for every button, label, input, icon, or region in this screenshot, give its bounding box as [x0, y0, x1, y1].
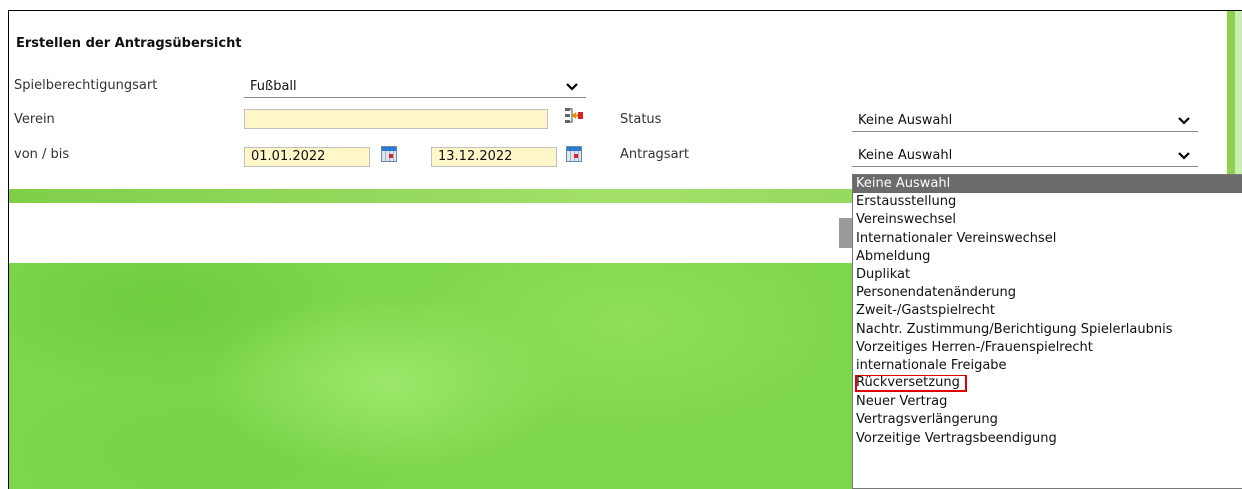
von-bis-label: von / bis — [14, 147, 70, 162]
dropdown-option[interactable]: Neuer Vertrag — [853, 393, 1242, 411]
dropdown-option[interactable]: Nachtr. Zustimmung/Berichtigung Spielerl… — [853, 321, 1242, 339]
date-from-value: 01.01.2022 — [251, 149, 326, 164]
chevron-down-icon — [1178, 152, 1190, 160]
panel-title: Erstellen der Antragsübersicht — [16, 36, 242, 51]
calendar-icon[interactable] — [566, 146, 582, 162]
dropdown-option[interactable]: Zweit-/Gastspielrecht — [853, 302, 1242, 320]
dropdown-option[interactable]: Personendatenänderung — [853, 284, 1242, 302]
antragsart-label: Antragsart — [620, 147, 689, 162]
spielberechtigungsart-select[interactable]: Fußball — [244, 78, 586, 98]
verein-input[interactable] — [244, 109, 548, 129]
status-select[interactable]: Keine Auswahl — [852, 112, 1198, 132]
dropdown-option[interactable]: Duplikat — [853, 266, 1242, 284]
right-green-border-light — [1235, 11, 1242, 191]
spielberechtigungsart-value: Fußball — [250, 79, 297, 94]
dropdown-option[interactable]: Vertragsverlängerung — [853, 411, 1242, 429]
dropdown-option-rueckversetzung[interactable]: Rückversetzung — [853, 375, 1242, 393]
date-to-input[interactable]: 13.12.2022 — [431, 147, 557, 167]
dropdown-option[interactable]: Vereinswechsel — [853, 211, 1242, 229]
status-value: Keine Auswahl — [858, 113, 953, 128]
date-from-input[interactable]: 01.01.2022 — [244, 147, 370, 167]
dropdown-option[interactable]: Abmeldung — [853, 248, 1242, 266]
right-green-border — [1227, 11, 1235, 191]
dropdown-option[interactable]: Internationaler Vereinswechsel — [853, 230, 1242, 248]
dropdown-option[interactable]: Erstausstellung — [853, 193, 1242, 211]
dropdown-option[interactable]: internationale Freigabe — [853, 357, 1242, 375]
application-frame: Erstellen der Antragsübersicht Spielbere… — [8, 10, 1242, 489]
calendar-icon[interactable] — [381, 146, 397, 162]
antragsart-select[interactable]: Keine Auswahl — [852, 147, 1198, 167]
chevron-down-icon — [1178, 117, 1190, 125]
antragsart-dropdown-list[interactable]: Keine Auswahl Erstausstellung Vereinswec… — [852, 174, 1242, 489]
antragsart-value: Keine Auswahl — [858, 148, 953, 163]
dropdown-option[interactable]: Vorzeitige Vertragsbeendigung — [853, 430, 1242, 448]
chevron-down-icon — [566, 83, 578, 91]
status-label: Status — [620, 112, 662, 127]
date-to-value: 13.12.2022 — [438, 149, 513, 164]
verein-label: Verein — [14, 112, 55, 127]
spielberechtigungsart-label: Spielberechtigungsart — [14, 78, 158, 93]
dropdown-option[interactable]: Vorzeitiges Herren-/Frauenspielrecht — [853, 339, 1242, 357]
dropdown-option[interactable]: Keine Auswahl — [853, 175, 1242, 194]
club-lookup-icon[interactable] — [564, 107, 584, 125]
